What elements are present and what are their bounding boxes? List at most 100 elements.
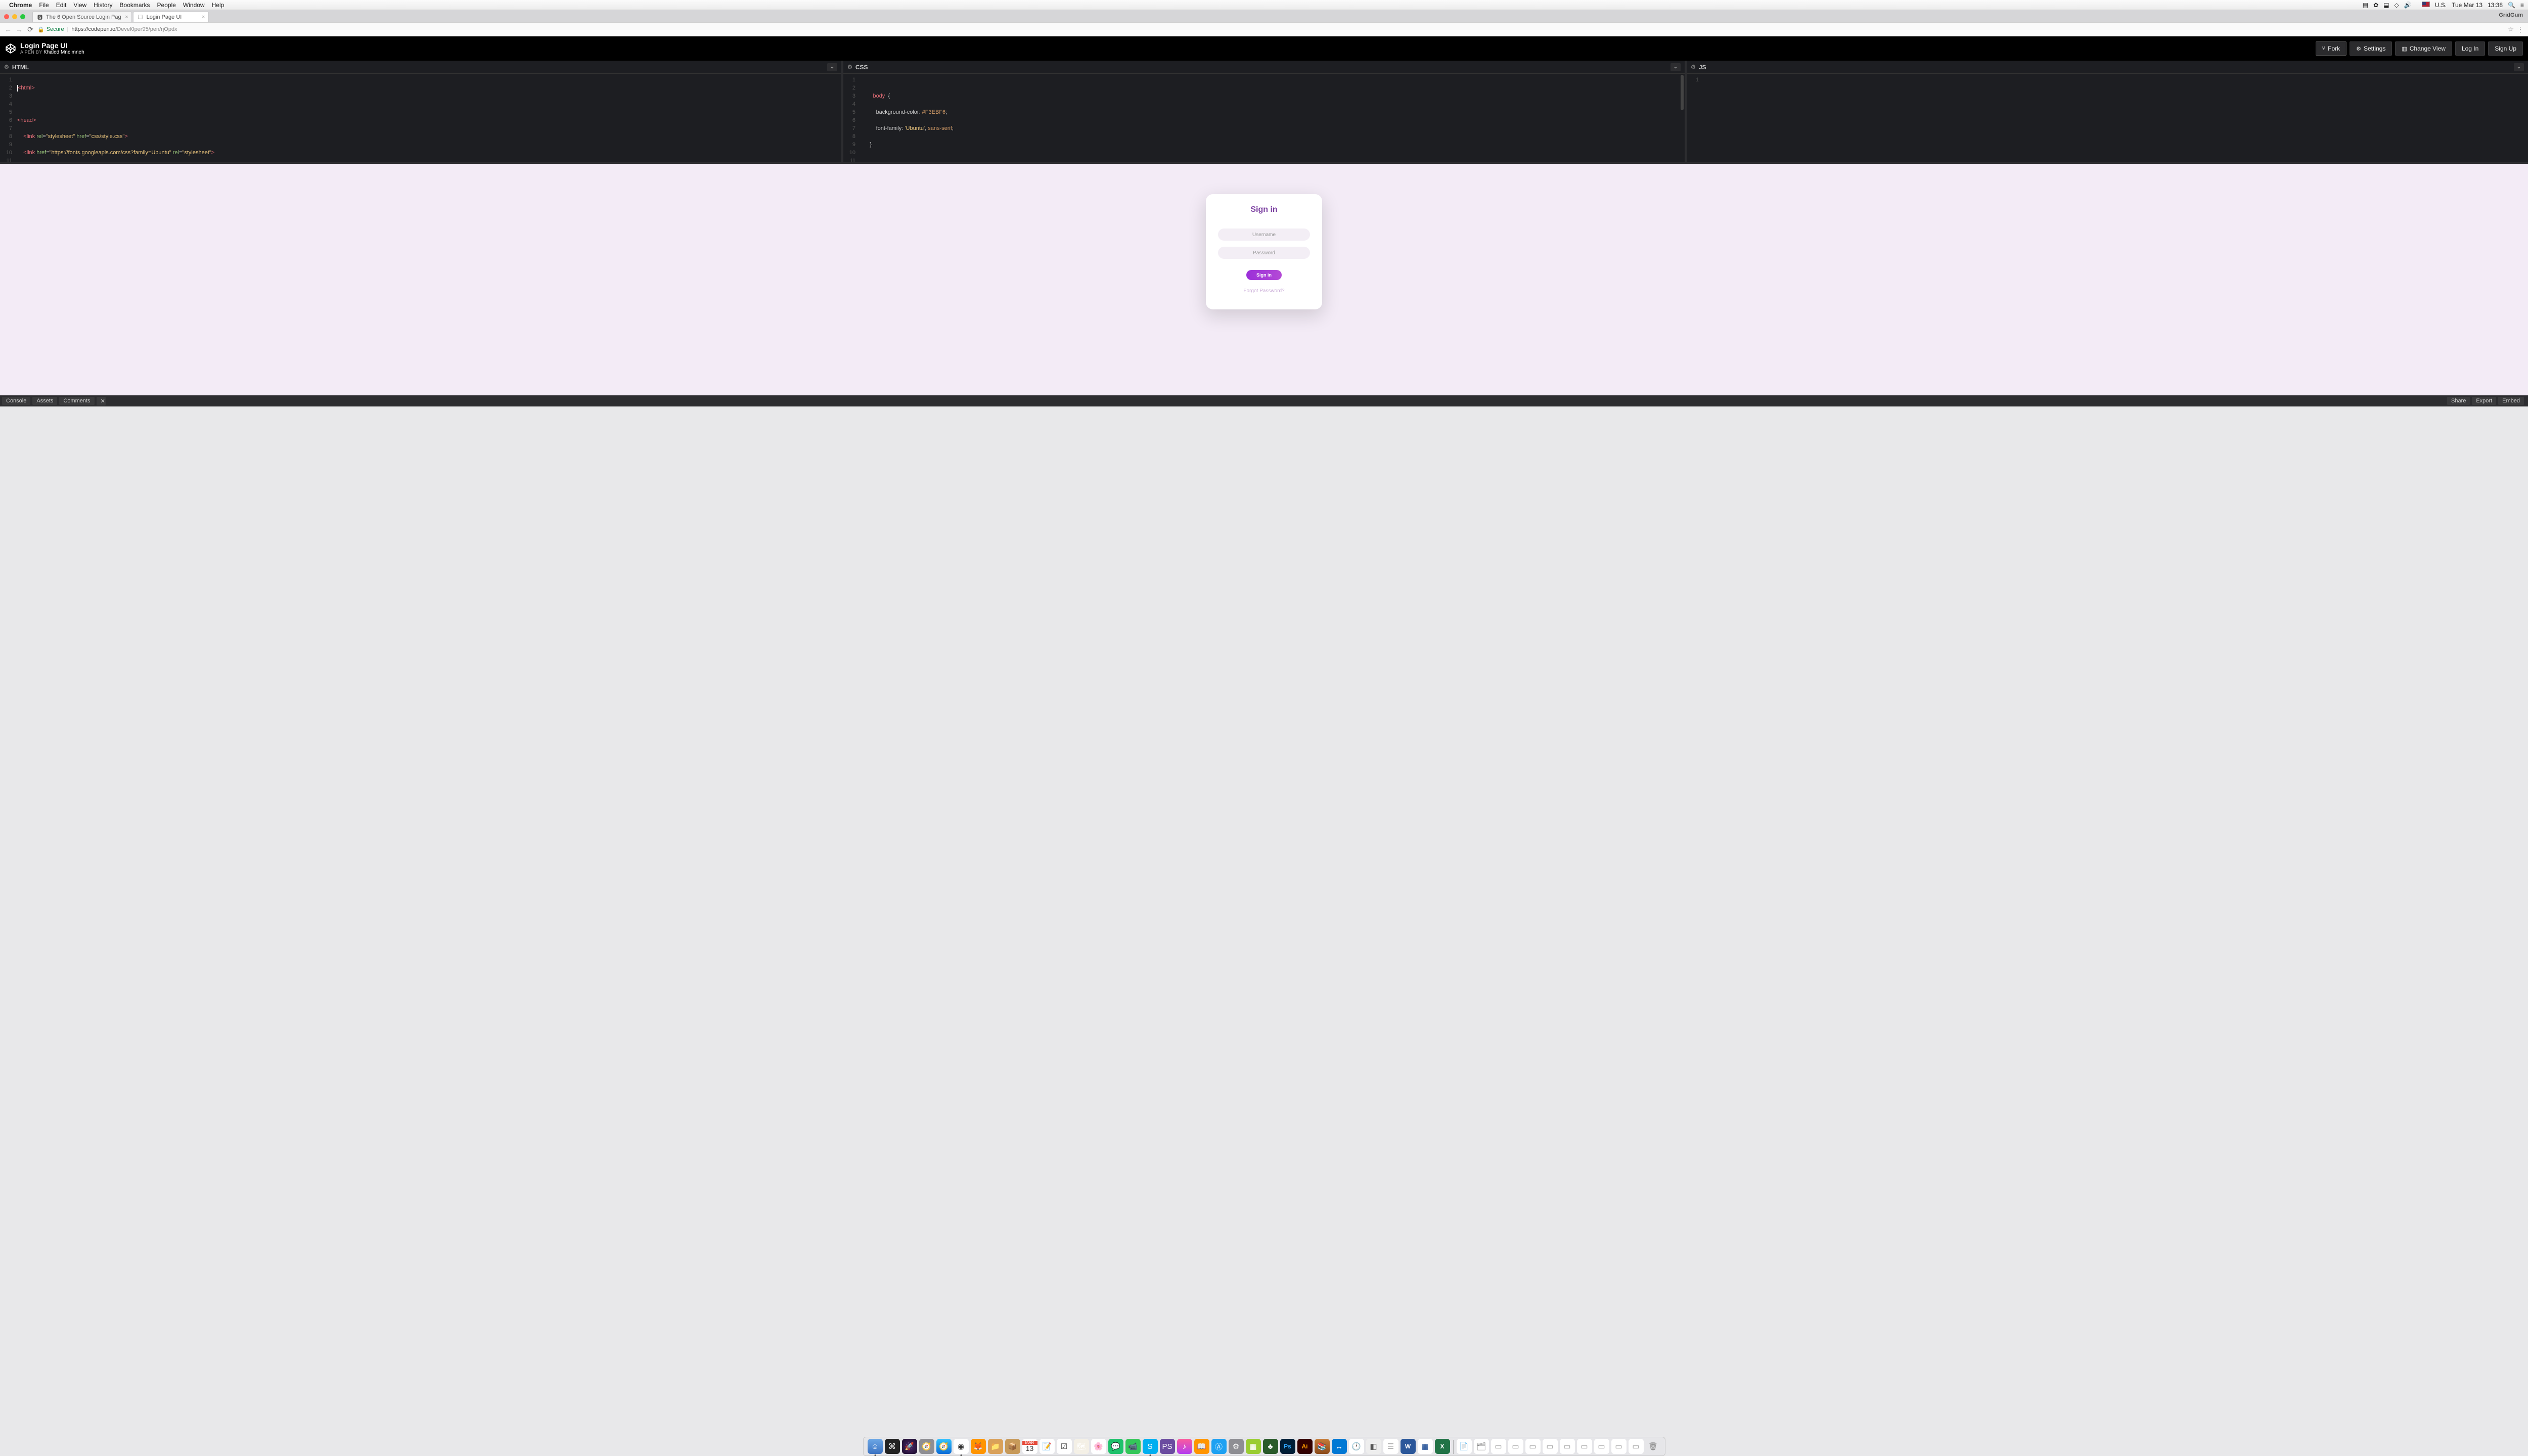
console-button[interactable]: Console	[2, 397, 30, 405]
zoom-window-icon[interactable]	[20, 14, 25, 19]
css-panel-header[interactable]: ⚙ CSS ⌄	[843, 61, 1685, 74]
app-icon[interactable]: 📁	[988, 1439, 1003, 1454]
chevron-down-icon[interactable]: ⌄	[827, 63, 837, 71]
bookmark-star-icon[interactable]: ☆	[2508, 25, 2514, 33]
change-view-button[interactable]: ▥Change View	[2395, 41, 2452, 56]
app-icon[interactable]: 📦	[1005, 1439, 1020, 1454]
volume-icon[interactable]: 🔊	[2404, 2, 2412, 9]
photoshop-icon[interactable]: Ps	[1280, 1439, 1295, 1454]
menu-edit[interactable]: Edit	[56, 2, 67, 9]
photos-icon[interactable]: 🌸	[1091, 1439, 1106, 1454]
itunes-icon[interactable]: ♪	[1177, 1439, 1192, 1454]
back-icon[interactable]: ←	[4, 25, 12, 33]
menu-help[interactable]: Help	[212, 2, 224, 9]
doc-icon[interactable]: ▭	[1611, 1439, 1627, 1454]
app-icon[interactable]: ♣	[1263, 1439, 1278, 1454]
doc-icon[interactable]: ▭	[1629, 1439, 1644, 1454]
dropbox-icon[interactable]: ⬓	[2383, 2, 2389, 9]
menu-file[interactable]: File	[39, 2, 49, 9]
finder-icon[interactable]: ☺	[868, 1439, 883, 1454]
notes-icon[interactable]: 📝	[1040, 1439, 1055, 1454]
settings-button[interactable]: ⚙Settings	[2350, 41, 2392, 56]
share-button[interactable]: Share	[2447, 397, 2470, 405]
signup-button[interactable]: Sign Up	[2488, 41, 2523, 56]
reload-icon[interactable]: ⟳	[26, 25, 34, 34]
gear-icon[interactable]: ⚙	[847, 64, 852, 70]
login-button[interactable]: Log In	[2455, 41, 2485, 56]
doc-icon[interactable]: 🗂	[1474, 1439, 1489, 1454]
username-input[interactable]	[1218, 229, 1310, 241]
export-button[interactable]: Export	[2472, 397, 2496, 405]
signin-button[interactable]: Sign in	[1246, 270, 1282, 280]
notification-center-icon[interactable]: ≡	[2520, 2, 2524, 9]
chrome-menu-icon[interactable]: ⋮	[2517, 25, 2524, 34]
app-icon[interactable]: 📚	[1315, 1439, 1330, 1454]
firefox-icon[interactable]: 🦊	[971, 1439, 986, 1454]
menu-window[interactable]: Window	[183, 2, 205, 9]
comments-button[interactable]: Comments	[59, 397, 94, 405]
trash-icon[interactable]: 🗑	[1646, 1439, 1661, 1454]
word-icon[interactable]: W	[1401, 1439, 1416, 1454]
wifi-icon[interactable]: ◇	[2395, 2, 2399, 9]
menu-app[interactable]: Chrome	[9, 2, 32, 9]
browser-tab-active[interactable]: ⬚ Login Page UI ×	[133, 11, 209, 22]
ibooks-icon[interactable]: 📖	[1194, 1439, 1209, 1454]
css-code-area[interactable]: 123456789101112131415 body { background-…	[843, 74, 1685, 162]
settings-icon[interactable]: ⚙	[1229, 1439, 1244, 1454]
html-code-area[interactable]: 123456789101112131415 <html> <head> <lin…	[0, 74, 841, 162]
menu-bookmarks[interactable]: Bookmarks	[120, 2, 150, 9]
phpstorm-icon[interactable]: PS	[1160, 1439, 1175, 1454]
scrollbar[interactable]	[1681, 75, 1684, 110]
minimize-window-icon[interactable]	[12, 14, 17, 19]
html-panel-header[interactable]: ⚙ HTML ⌄	[0, 61, 841, 74]
status-icon[interactable]: ✿	[2373, 2, 2378, 9]
illustrator-icon[interactable]: Ai	[1297, 1439, 1313, 1454]
address-bar[interactable]: 🔒 Secure | https://codepen.io/Devel0per9…	[37, 26, 2508, 33]
close-tab-icon[interactable]: ×	[125, 14, 128, 20]
doc-icon[interactable]: ▭	[1594, 1439, 1609, 1454]
app-icon[interactable]: 🕐	[1349, 1439, 1364, 1454]
close-tab-icon[interactable]: ×	[202, 14, 205, 20]
facetime-icon[interactable]: 📹	[1125, 1439, 1141, 1454]
doc-icon[interactable]: ▭	[1560, 1439, 1575, 1454]
html-code[interactable]: <html> <head> <link rel="stylesheet" hre…	[15, 74, 841, 162]
appstore-icon[interactable]: Ⓐ	[1211, 1439, 1227, 1454]
js-code-area[interactable]: 1	[1687, 74, 2528, 162]
menu-people[interactable]: People	[157, 2, 176, 9]
gear-icon[interactable]: ⚙	[1691, 64, 1696, 70]
status-icon[interactable]: ▤	[2363, 2, 2368, 9]
app-icon[interactable]: ▦	[1246, 1439, 1261, 1454]
app-icon[interactable]: ☰	[1383, 1439, 1398, 1454]
close-icon[interactable]: ✕	[97, 397, 106, 405]
fork-button[interactable]: ⑂Fork	[2316, 41, 2347, 56]
embed-button[interactable]: Embed	[2498, 397, 2524, 405]
js-code[interactable]	[1702, 74, 2528, 162]
js-panel-header[interactable]: ⚙ JS ⌄	[1687, 61, 2528, 74]
terminal-icon[interactable]: ⌘	[885, 1439, 900, 1454]
doc-icon[interactable]: ▭	[1508, 1439, 1523, 1454]
password-input[interactable]	[1218, 247, 1310, 259]
css-code[interactable]: body { background-color: #F3EBF6; font-f…	[859, 74, 1685, 162]
doc-icon[interactable]: ▭	[1525, 1439, 1541, 1454]
messages-icon[interactable]: 💬	[1108, 1439, 1123, 1454]
launchpad-icon[interactable]: 🚀	[902, 1439, 917, 1454]
skype-icon[interactable]: S	[1143, 1439, 1158, 1454]
app-icon[interactable]: ▦	[1418, 1439, 1433, 1454]
input-locale[interactable]: U.S.	[2417, 2, 2447, 9]
gear-icon[interactable]: ⚙	[4, 64, 9, 70]
browser-tab[interactable]: 🅶 The 6 Open Source Login Pag ×	[32, 11, 132, 22]
close-window-icon[interactable]	[4, 14, 9, 19]
reminders-icon[interactable]: ☑	[1057, 1439, 1072, 1454]
calendar-icon[interactable]: MAR13	[1022, 1439, 1037, 1454]
safari-grey-icon[interactable]: 🧭	[919, 1439, 934, 1454]
assets-button[interactable]: Assets	[32, 397, 57, 405]
doc-icon[interactable]: 📄	[1457, 1439, 1472, 1454]
doc-icon[interactable]: ▭	[1491, 1439, 1506, 1454]
excel-icon[interactable]: X	[1435, 1439, 1450, 1454]
chevron-down-icon[interactable]: ⌄	[1671, 63, 1681, 71]
menu-view[interactable]: View	[73, 2, 86, 9]
menu-history[interactable]: History	[94, 2, 112, 9]
chrome-icon[interactable]: ◉	[954, 1439, 969, 1454]
safari-icon[interactable]: 🧭	[936, 1439, 952, 1454]
spotlight-icon[interactable]: 🔍	[2508, 2, 2515, 9]
